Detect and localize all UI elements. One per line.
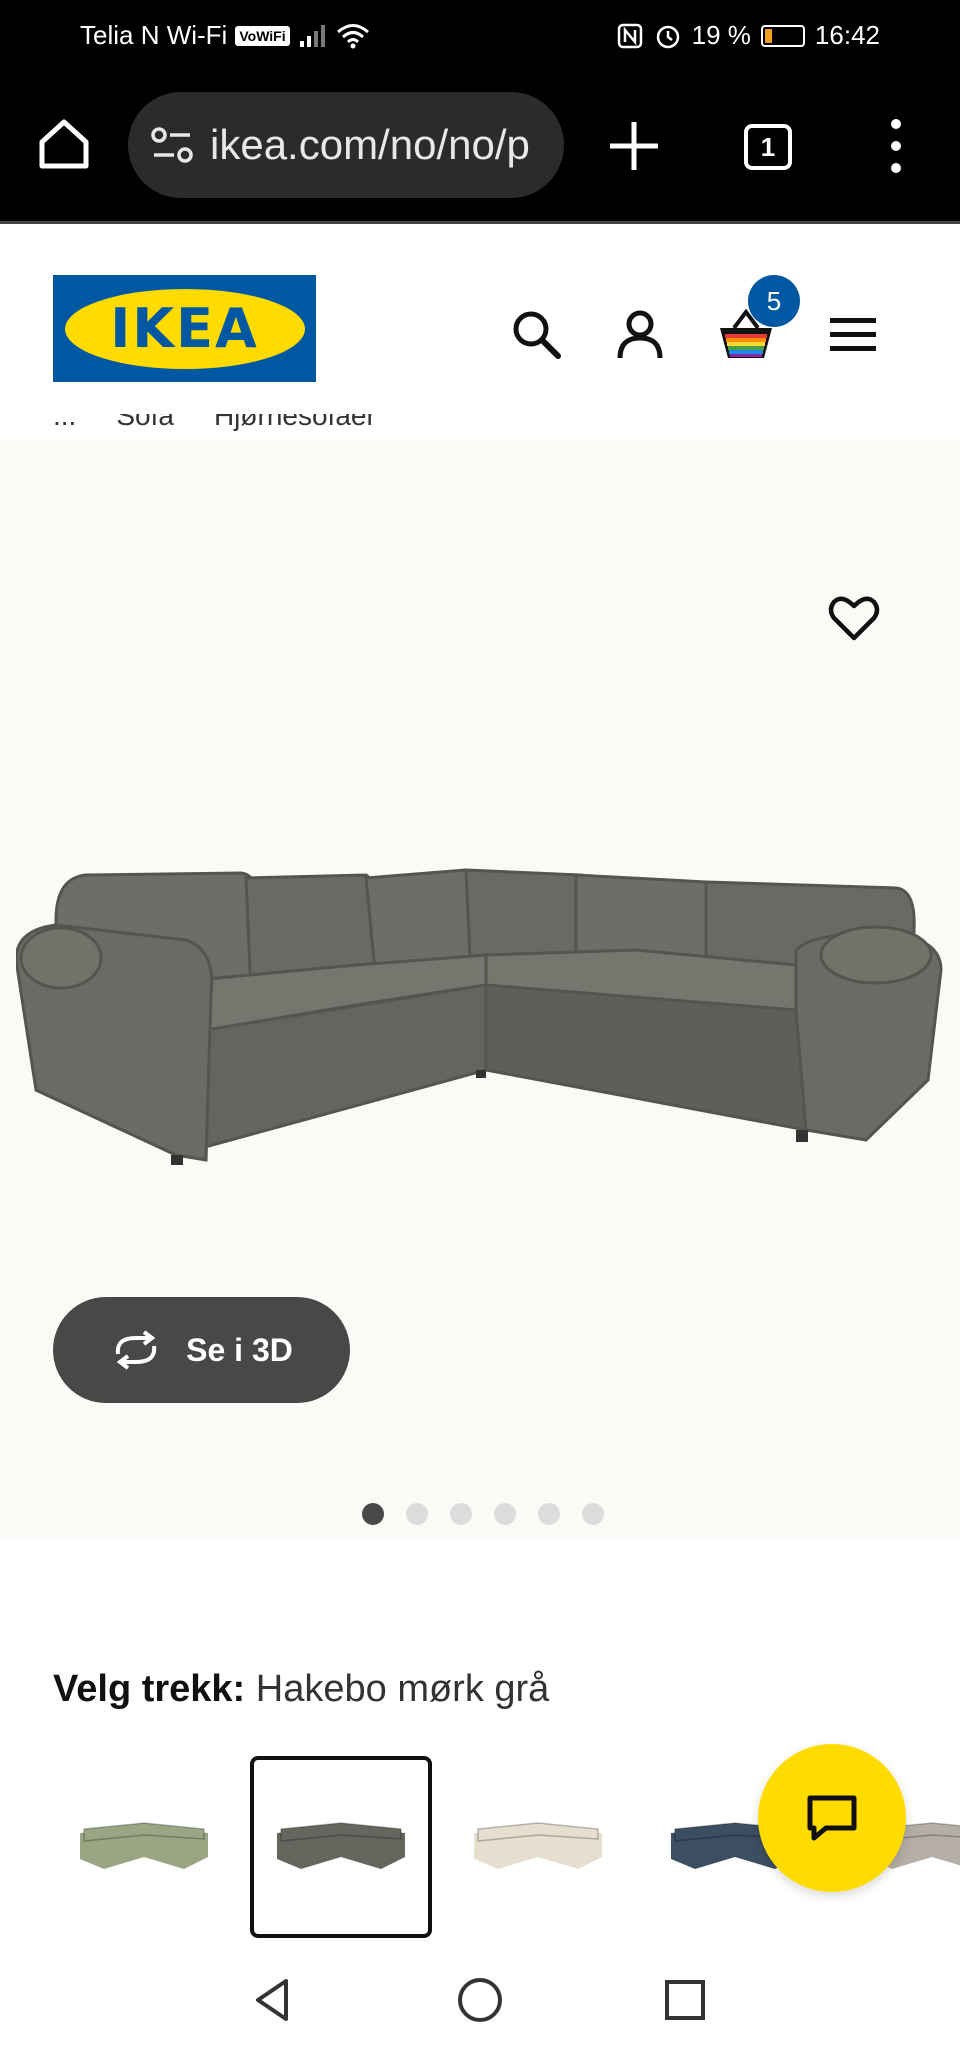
rotate-3d-icon — [115, 1330, 157, 1370]
heart-icon[interactable] — [826, 590, 882, 646]
home-nav-icon[interactable] — [455, 1975, 505, 2025]
vowifi-badge: VoWiFi — [235, 25, 290, 46]
cart-count-badge: 5 — [748, 275, 800, 327]
chat-button[interactable] — [758, 1744, 906, 1892]
logo-text: IKEA — [110, 297, 259, 360]
tab-switcher-button[interactable]: 1 — [744, 124, 792, 170]
url-text: ikea.com/no/no/p — [210, 121, 530, 168]
pagination-dot[interactable] — [494, 1503, 516, 1525]
logo-oval: IKEA — [64, 288, 305, 369]
swatch-thumbnail — [277, 1822, 405, 1869]
signal-icon — [299, 24, 325, 47]
status-left: Telia N Wi-Fi VoWiFi — [80, 20, 370, 51]
more-menu-icon[interactable] — [880, 116, 912, 176]
home-icon[interactable] — [36, 116, 92, 172]
swatch-thumbnail — [80, 1822, 208, 1869]
swatch-thumbnail — [474, 1822, 602, 1869]
product-gallery[interactable]: Se i 3D — [0, 440, 960, 1540]
swatch-dark-grey[interactable] — [250, 1756, 432, 1938]
gallery-pagination — [362, 1503, 604, 1525]
carrier-label: Telia N Wi-Fi — [80, 20, 228, 50]
search-icon[interactable] — [506, 304, 566, 364]
back-icon[interactable] — [248, 1975, 298, 2025]
recents-icon[interactable] — [660, 1975, 710, 2025]
browser-toolbar: ikea.com/no/no/p 1 — [0, 72, 960, 224]
view-3d-label: Se i 3D — [186, 1331, 293, 1368]
pagination-dot[interactable] — [582, 1503, 604, 1525]
nfc-icon — [617, 23, 642, 48]
page: Telia N Wi-Fi VoWiFi 19 % 16:42 ikea.com… — [0, 0, 960, 2055]
swatch-beige[interactable] — [447, 1756, 629, 1938]
wifi-icon — [336, 23, 369, 48]
clock: 16:42 — [814, 20, 880, 50]
menu-icon[interactable] — [824, 304, 884, 364]
new-tab-icon[interactable] — [604, 116, 664, 176]
ikea-logo[interactable]: IKEA — [53, 275, 316, 382]
view-3d-button[interactable]: Se i 3D — [53, 1297, 350, 1403]
breadcrumb: ... Sofa Hjørnesofaer — [53, 414, 553, 438]
account-icon[interactable] — [610, 304, 670, 364]
cover-value: Hakebo mørk grå — [255, 1668, 550, 1710]
cover-selector-label: Velg trekk: Hakebo mørk grå — [53, 1668, 549, 1711]
product-image-sofa — [16, 868, 943, 1165]
chat-icon — [807, 1795, 857, 1841]
breadcrumb-item[interactable]: Hjørnesofaer — [214, 414, 376, 431]
system-nav-bar — [0, 1945, 960, 2055]
breadcrumb-item[interactable]: Sofa — [116, 414, 174, 431]
alarm-icon — [656, 25, 679, 48]
pagination-dot[interactable] — [450, 1503, 472, 1525]
battery-fill — [764, 28, 772, 43]
cover-label: Velg trekk: — [53, 1668, 246, 1710]
pagination-dot[interactable] — [362, 1503, 384, 1525]
site-settings-icon[interactable] — [150, 125, 194, 165]
pagination-dot[interactable] — [538, 1503, 560, 1525]
battery-percent: 19 % — [691, 20, 751, 50]
breadcrumb-item[interactable]: ... — [53, 414, 76, 431]
status-bar: Telia N Wi-Fi VoWiFi 19 % 16:42 — [0, 0, 960, 72]
battery-icon — [760, 24, 805, 47]
address-bar[interactable]: ikea.com/no/no/p — [128, 92, 564, 198]
status-right: 19 % 16:42 — [616, 20, 880, 51]
swatch-green[interactable] — [53, 1756, 235, 1938]
site-header: IKEA 5 — [0, 224, 960, 409]
pagination-dot[interactable] — [406, 1503, 428, 1525]
